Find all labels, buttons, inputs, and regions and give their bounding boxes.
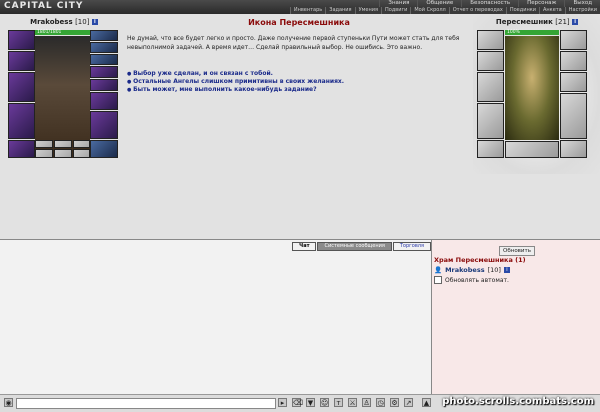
send-icon[interactable]: ▸	[278, 398, 287, 407]
npc-hp-bar: 100%	[505, 30, 559, 35]
weapon-slot[interactable]	[8, 72, 35, 102]
auto-refresh-checkbox[interactable]	[434, 276, 442, 284]
chat-area[interactable]: Чат Системные сообщения Торговля	[0, 239, 431, 395]
quest-option-1[interactable]: Выбор уже сделан, и он связан с тобой.	[127, 70, 470, 78]
tab-system-messages[interactable]: Системные сообщения	[317, 242, 392, 251]
online-user[interactable]: 👤 Mrakobess [10] i	[434, 266, 510, 274]
submenu-feats[interactable]: Подвиги	[381, 7, 410, 14]
gloves-slot[interactable]	[90, 92, 118, 110]
npc-name-text: Пересмешник	[495, 18, 553, 26]
submenu-settings[interactable]: Настройки	[564, 7, 600, 14]
ring-slot[interactable]	[90, 54, 118, 65]
fight-icon[interactable]: ⚔	[348, 398, 357, 407]
translit-icon[interactable]: т	[334, 398, 343, 407]
shield-slot[interactable]	[90, 111, 118, 139]
submenu-quests[interactable]: Задания	[325, 7, 354, 14]
menu-character[interactable]: Персонаж	[518, 0, 564, 7]
pocket-slot[interactable]	[54, 149, 72, 158]
earrings-slot[interactable]	[90, 30, 118, 41]
npc-weapon-slot	[477, 72, 504, 102]
submenu-inventory[interactable]: Инвентарь	[289, 7, 325, 14]
game-logo: CAPITAL CITY	[4, 1, 84, 11]
quest-options: Выбор уже сделан, и он связан с тобой. О…	[127, 70, 470, 94]
npc-earrings-slot	[560, 30, 587, 50]
npc-boots-slot	[560, 140, 587, 158]
quest-option-2[interactable]: Остальные Ангелы слишком примитивны в св…	[127, 78, 470, 86]
npc-bracers-slot	[477, 51, 504, 71]
submenu-profile[interactable]: Анкета	[538, 7, 565, 14]
chat-mode-icon[interactable]: ◉	[4, 398, 13, 407]
pocket-slot[interactable]	[54, 140, 72, 148]
pocket-slot[interactable]	[73, 149, 90, 158]
npc-armor-slot	[477, 103, 504, 139]
arrow-icon[interactable]: ↗	[404, 398, 413, 407]
npc-pocket-slots	[505, 141, 559, 158]
quest-panel: Mrakobess [10] i 1801/1801 Икона Пересме…	[0, 14, 600, 239]
people-icon[interactable]: ♙	[362, 398, 371, 407]
online-user-name: Mrakobess	[445, 266, 485, 274]
ring-slot[interactable]	[90, 79, 118, 91]
submenu-transfers[interactable]: Отчет о переводах	[448, 7, 506, 14]
chat-tabs: Чат Системные сообщения Торговля	[291, 242, 431, 251]
chat-input[interactable]	[16, 398, 276, 409]
auto-refresh-label: Обновлять автомат.	[445, 276, 509, 284]
submenu-fights[interactable]: Поединки	[505, 7, 539, 14]
ring-slot[interactable]	[90, 66, 118, 78]
menu-exit[interactable]: Выход	[564, 0, 600, 7]
amulet-slot[interactable]	[90, 42, 118, 53]
filter-icon[interactable]: ▼	[306, 398, 315, 407]
auto-refresh-row: Обновлять автомат.	[434, 276, 509, 284]
armor-slot[interactable]	[8, 103, 35, 139]
pocket-slot[interactable]	[35, 149, 53, 158]
boots-slot[interactable]	[90, 140, 118, 158]
menu-security[interactable]: Безопасность	[461, 0, 518, 7]
refresh-button[interactable]: Обновить	[499, 246, 535, 256]
belt-slot[interactable]	[8, 140, 35, 158]
quest-title: Икона Пересмешника	[248, 18, 350, 27]
pocket-slot[interactable]	[35, 140, 53, 148]
quest-text: Не думай, что все будет легко и просто. …	[127, 35, 460, 51]
online-user-level: [10]	[487, 266, 501, 274]
submenu-my-scroll[interactable]: Мой Скролл	[410, 7, 448, 14]
npc-helmet-slot	[477, 30, 504, 50]
player-name[interactable]: Mrakobess [10] i	[8, 18, 120, 26]
quest-option-3[interactable]: Быть может, мне выполнить какое-нибудь з…	[127, 86, 470, 94]
online-sidebar: Обновить Храм Пересмешника (1) 👤 Mrakobe…	[431, 239, 600, 395]
bracers-slot[interactable]	[8, 51, 35, 71]
npc-shield-slot	[560, 93, 587, 139]
tab-trade[interactable]: Торговля	[392, 242, 431, 251]
clock-icon[interactable]: ◷	[376, 398, 385, 407]
settings-icon[interactable]: ⚙	[390, 398, 399, 407]
sub-menu: Инвентарь Задания Умения Подвиги Мой Скр…	[289, 7, 600, 14]
submenu-skills[interactable]: Умения	[354, 7, 381, 14]
pocket-slot[interactable]	[73, 140, 90, 148]
menu-knowledge[interactable]: Знания	[379, 0, 417, 7]
top-menu: Знания Общение Безопасность Персонаж Вых…	[379, 0, 600, 7]
info-icon[interactable]: i	[572, 19, 579, 25]
smile-icon[interactable]: ☺	[320, 398, 329, 407]
helmet-slot[interactable]	[8, 30, 35, 50]
npc-name[interactable]: Пересмешник [21] i	[478, 18, 596, 26]
lock-icon[interactable]: ▲	[422, 398, 431, 407]
watermark: photo.scrolls.combats.com	[442, 396, 594, 407]
bottom-toolbar: ◉ ▸ ⌫ ▼ ☺ т ⚔ ♙ ◷ ⚙ ↗ ▲ photo.scrolls.co…	[0, 394, 600, 412]
npc-belt-slot	[477, 140, 504, 158]
tab-chat[interactable]: Чат	[292, 242, 317, 251]
npc-avatar	[505, 36, 559, 140]
player-level: [10]	[75, 18, 90, 26]
player-name-text: Mrakobess	[30, 18, 73, 26]
npc-amulet-slot	[560, 51, 587, 71]
npc-ring-slot	[560, 72, 587, 92]
info-icon[interactable]: i	[503, 267, 510, 273]
player-hp-bar: 1801/1801	[35, 30, 90, 35]
menu-communication[interactable]: Общение	[417, 0, 461, 7]
clear-icon[interactable]: ⌫	[292, 398, 303, 407]
user-icon: 👤	[434, 266, 443, 274]
top-bar: CAPITAL CITY Знания Общение Безопасность…	[0, 0, 600, 14]
npc-level: [21]	[555, 18, 570, 26]
info-icon[interactable]: i	[91, 19, 98, 25]
location-name: Храм Пересмешника (1)	[434, 256, 526, 264]
